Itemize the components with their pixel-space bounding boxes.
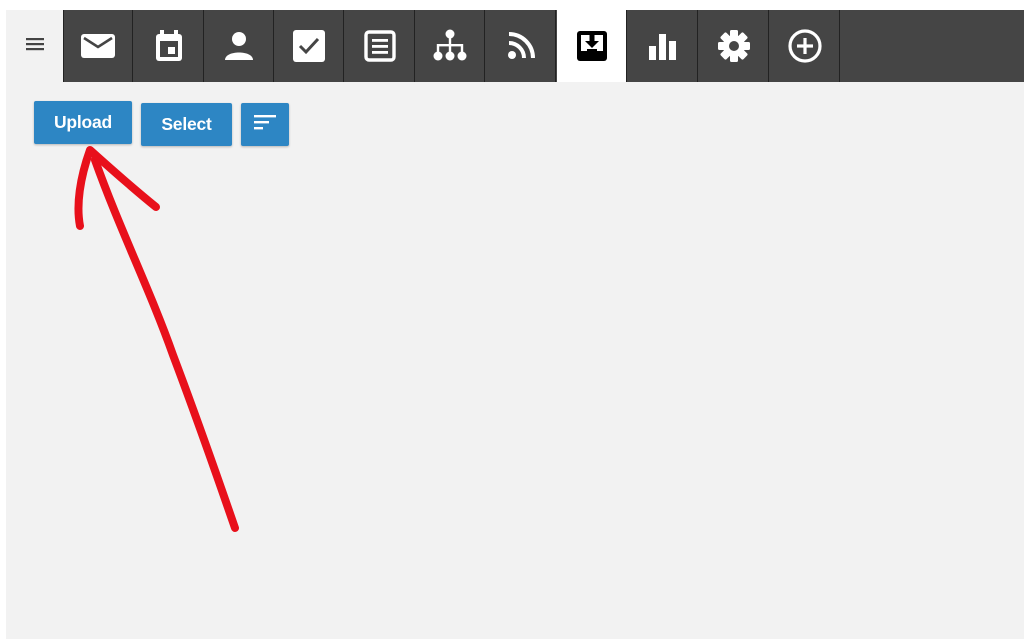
tab-mail[interactable]	[63, 10, 133, 82]
checkbox-icon	[292, 29, 326, 63]
tab-add[interactable]	[770, 10, 840, 82]
org-chart-icon	[431, 29, 469, 63]
calendar-icon	[154, 29, 184, 63]
tab-settings[interactable]	[699, 10, 769, 82]
mail-icon	[80, 32, 116, 60]
hamburger-icon	[25, 36, 45, 57]
app-window: Upload Select	[6, 10, 1024, 639]
tab-tasks[interactable]	[274, 10, 344, 82]
tab-notes[interactable]	[345, 10, 415, 82]
person-icon	[223, 31, 255, 61]
sort-icon	[253, 112, 277, 137]
tab-org-chart[interactable]	[415, 10, 485, 82]
select-button[interactable]: Select	[141, 103, 232, 146]
rss-icon	[506, 31, 536, 61]
top-toolbar	[6, 10, 1024, 82]
menu-toggle-button[interactable]	[6, 10, 63, 82]
add-circle-icon	[787, 28, 823, 64]
tab-inbox[interactable]	[557, 10, 627, 82]
gear-icon	[717, 29, 751, 63]
tab-contacts[interactable]	[204, 10, 274, 82]
upload-button[interactable]: Upload	[34, 101, 132, 144]
bar-chart-icon	[647, 31, 679, 61]
tab-feeds[interactable]	[486, 10, 556, 82]
tab-calendar[interactable]	[134, 10, 204, 82]
sort-button[interactable]	[241, 103, 289, 146]
notes-icon	[363, 30, 396, 62]
tab-statistics[interactable]	[628, 10, 698, 82]
inbox-download-icon	[575, 29, 609, 63]
